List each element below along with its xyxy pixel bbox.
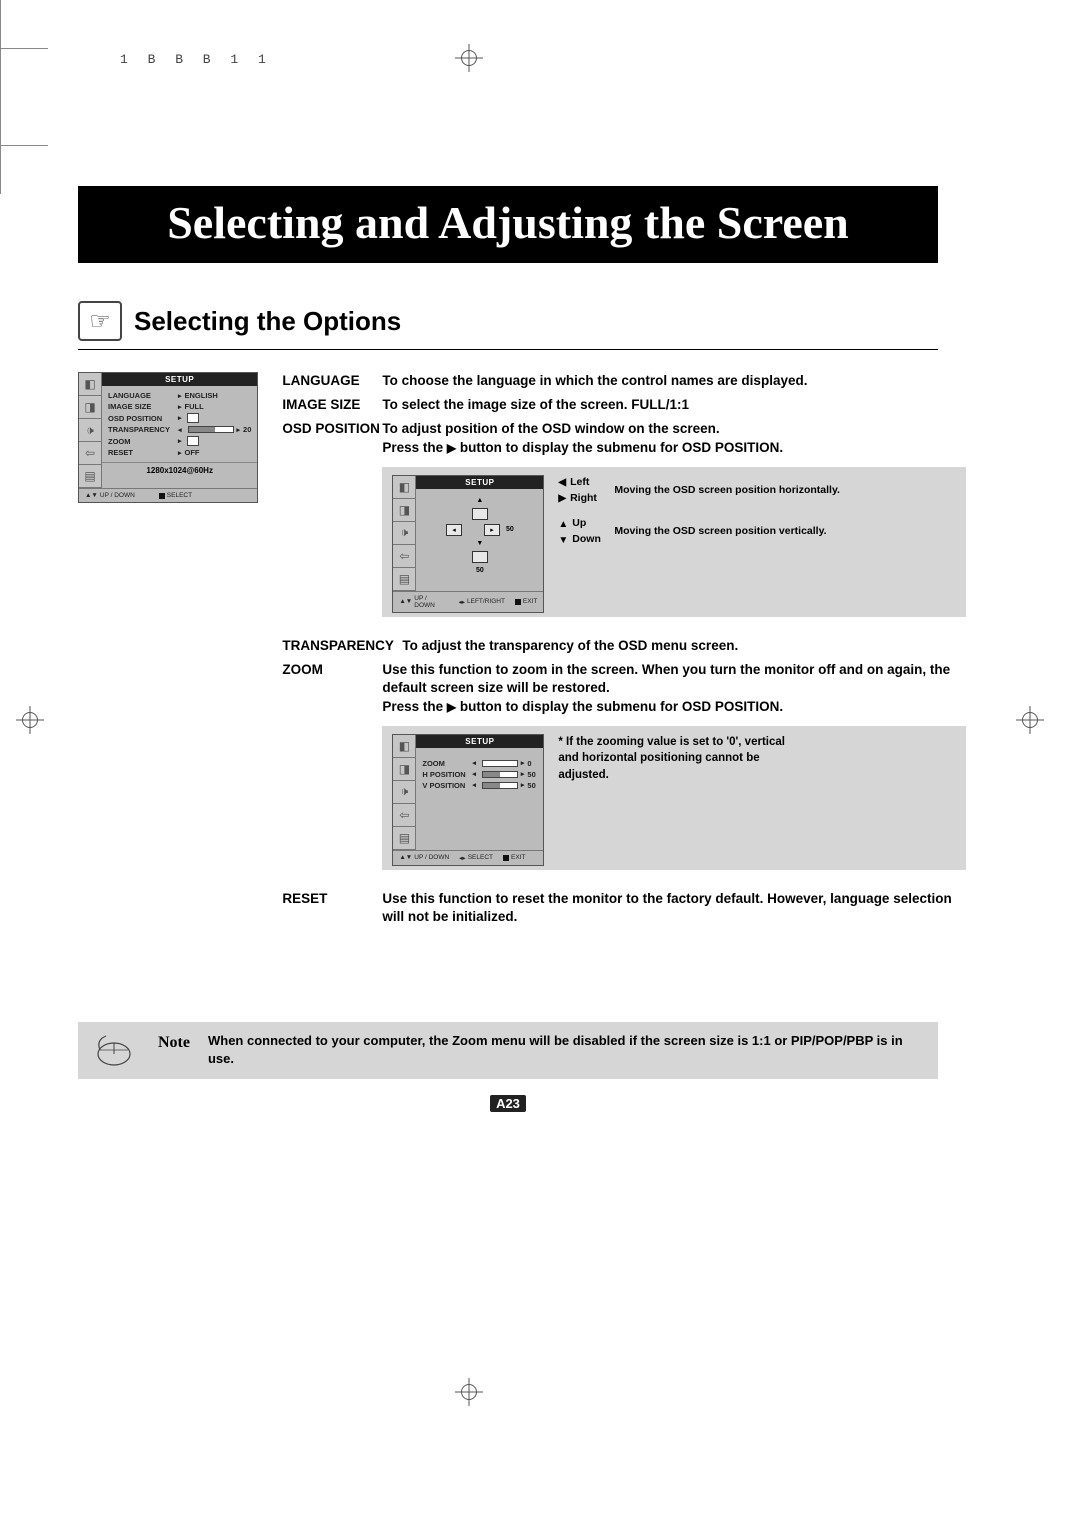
mouse-note-icon — [92, 1032, 140, 1068]
def-key-zoom: ZOOM — [282, 661, 382, 716]
def-key-transparency: TRANSPARENCY — [282, 637, 402, 655]
osd-item-value: OFF — [185, 448, 200, 457]
note-text: When connected to your computer, the Zoo… — [208, 1032, 924, 1068]
osd-tab-icon: ◧ — [393, 735, 415, 758]
osd-tab-speaker-icon: 🕩 — [393, 522, 415, 545]
print-header-meta: 1 B B B 1 1 — [120, 52, 1020, 67]
def-val-language: To choose the language in which the cont… — [382, 372, 966, 390]
osd-item-label: OSD POSITION — [108, 414, 178, 423]
down-arrow-icon: ▼ — [558, 533, 568, 548]
osd-item-value: ENGLISH — [185, 391, 218, 400]
osd-footer-updown: UP / DOWN — [100, 492, 135, 499]
def-key-imagesize: IMAGE SIZE — [282, 396, 382, 414]
def-val-reset: Use this function to reset the monitor t… — [382, 890, 966, 926]
registration-mark — [455, 1378, 483, 1406]
crop-mark — [0, 145, 48, 146]
pos-h-value: 50 — [506, 526, 514, 533]
osd-sub-title: SETUP — [416, 735, 543, 748]
def-val-osdposition: To adjust position of the OSD window on … — [382, 420, 966, 456]
play-button-icon: ▶ — [447, 441, 456, 455]
osd-zoom-icon — [187, 436, 199, 446]
up-arrow-icon: ▲ — [558, 517, 568, 532]
dir-label-up: Up — [572, 516, 586, 532]
osd-item-value: 0 — [527, 759, 531, 768]
registration-mark — [16, 706, 44, 734]
osd-tab-icon: ▤ — [393, 568, 415, 591]
zoom-panel-note: * If the zooming value is set to '0', ve… — [558, 734, 798, 784]
crop-mark — [0, 48, 48, 49]
osd-footer-select: SELECT — [167, 492, 192, 499]
crop-mark — [0, 49, 1, 97]
osd-item-label: RESET — [108, 448, 178, 457]
osd-footer-updown: UP / DOWN — [414, 595, 448, 609]
osd-tab-icon: ▤ — [79, 465, 101, 488]
osd-footer-leftright: LEFT/RIGHT — [467, 598, 505, 605]
osd-footer-updown: UP / DOWN — [414, 854, 449, 861]
osd-tab-speaker-icon: 🕩 — [79, 419, 101, 442]
play-button-icon: ▶ — [447, 700, 456, 714]
osd-tab-icon: ◧ — [79, 373, 101, 396]
right-arrow-icon: ▶ — [558, 491, 566, 506]
dir-label-down: Down — [572, 532, 601, 548]
crop-mark — [0, 146, 1, 194]
def-key-language: LANGUAGE — [282, 372, 382, 390]
osd-item-label: LANGUAGE — [108, 391, 178, 400]
osd-item-value: 20 — [243, 425, 251, 434]
registration-mark — [1016, 706, 1044, 734]
section-divider — [78, 349, 938, 350]
osd-item-label: V POSITION — [422, 781, 472, 790]
def-val-transparency: To adjust the transparency of the OSD me… — [402, 637, 966, 655]
page-number: A23 — [490, 1095, 526, 1112]
def-key-reset: RESET — [282, 890, 382, 926]
osd-item-label: IMAGE SIZE — [108, 402, 178, 411]
osd-tab-icon: ◨ — [393, 758, 415, 781]
osd-item-label: H POSITION — [422, 770, 472, 779]
osd-footer-exit: EXIT — [523, 598, 537, 605]
osd-tab-arrow-icon: ⇦ — [393, 804, 415, 827]
osd-footer-select: SELECT — [468, 854, 493, 861]
pos-v-value: 50 — [476, 567, 484, 574]
osd-tab-speaker-icon: 🕩 — [393, 781, 415, 804]
def-val-imagesize: To select the image size of the screen. … — [382, 396, 966, 414]
osd-position-subpanel: ◧ ◨ 🕩 ⇦ ▤ SETUP ▲ ◂ — [382, 467, 966, 617]
osd-tab-arrow-icon: ⇦ — [393, 545, 415, 568]
osd-item-label: TRANSPARENCY — [108, 425, 178, 434]
osd-tab-icon: ◨ — [393, 499, 415, 522]
osd-footer-exit: EXIT — [511, 854, 525, 861]
osd-position-icon — [187, 413, 199, 423]
osd-tab-icon: ◧ — [393, 476, 415, 499]
osd-title: SETUP — [102, 373, 257, 386]
osd-tab-icon: ◨ — [79, 396, 101, 419]
dir-label-left: Left — [570, 475, 589, 491]
section-title: Selecting the Options — [134, 306, 401, 337]
osd-setup-screenshot: ◧ ◨ 🕩 ⇦ ▤ SETUP LANGUAGE▸ENGLISH IMAGE S… — [78, 372, 258, 503]
osd-status-resolution: 1280x1024@60Hz — [102, 462, 257, 478]
footer-note-box: Note When connected to your computer, th… — [78, 1022, 938, 1078]
osd-tab-icon: ▤ — [393, 827, 415, 850]
pos-left-icon: ◂ — [446, 524, 462, 536]
dir-desc-vertical: Moving the OSD screen position verticall… — [614, 524, 826, 540]
select-icon — [159, 493, 165, 499]
osd-item-label: ZOOM — [108, 437, 178, 446]
osd-item-value: 50 — [527, 770, 535, 779]
def-key-osdposition: OSD POSITION — [282, 420, 382, 456]
osd-tab-arrow-icon: ⇦ — [79, 442, 101, 465]
pointing-hand-icon: ☞ — [78, 301, 122, 341]
osd-zoom-subpanel: ◧ ◨ 🕩 ⇦ ▤ SETUP ZOOM◂▸0 H POSITION◂▸50 V — [382, 726, 966, 870]
note-label: Note — [158, 1034, 190, 1052]
left-arrow-icon: ◀ — [558, 475, 566, 490]
def-val-zoom: Use this function to zoom in the screen.… — [382, 661, 966, 716]
pos-right-icon: ▸ — [484, 524, 500, 536]
dir-desc-horizontal: Moving the OSD screen position horizonta… — [614, 483, 840, 499]
osd-item-value: FULL — [185, 402, 204, 411]
crop-mark — [0, 0, 1, 48]
osd-item-value: 50 — [527, 781, 535, 790]
dir-label-right: Right — [570, 491, 597, 507]
crop-mark — [0, 97, 1, 145]
page-title-banner: Selecting and Adjusting the Screen — [78, 186, 938, 263]
osd-item-label: ZOOM — [422, 759, 472, 768]
osd-sub-title: SETUP — [416, 476, 543, 489]
